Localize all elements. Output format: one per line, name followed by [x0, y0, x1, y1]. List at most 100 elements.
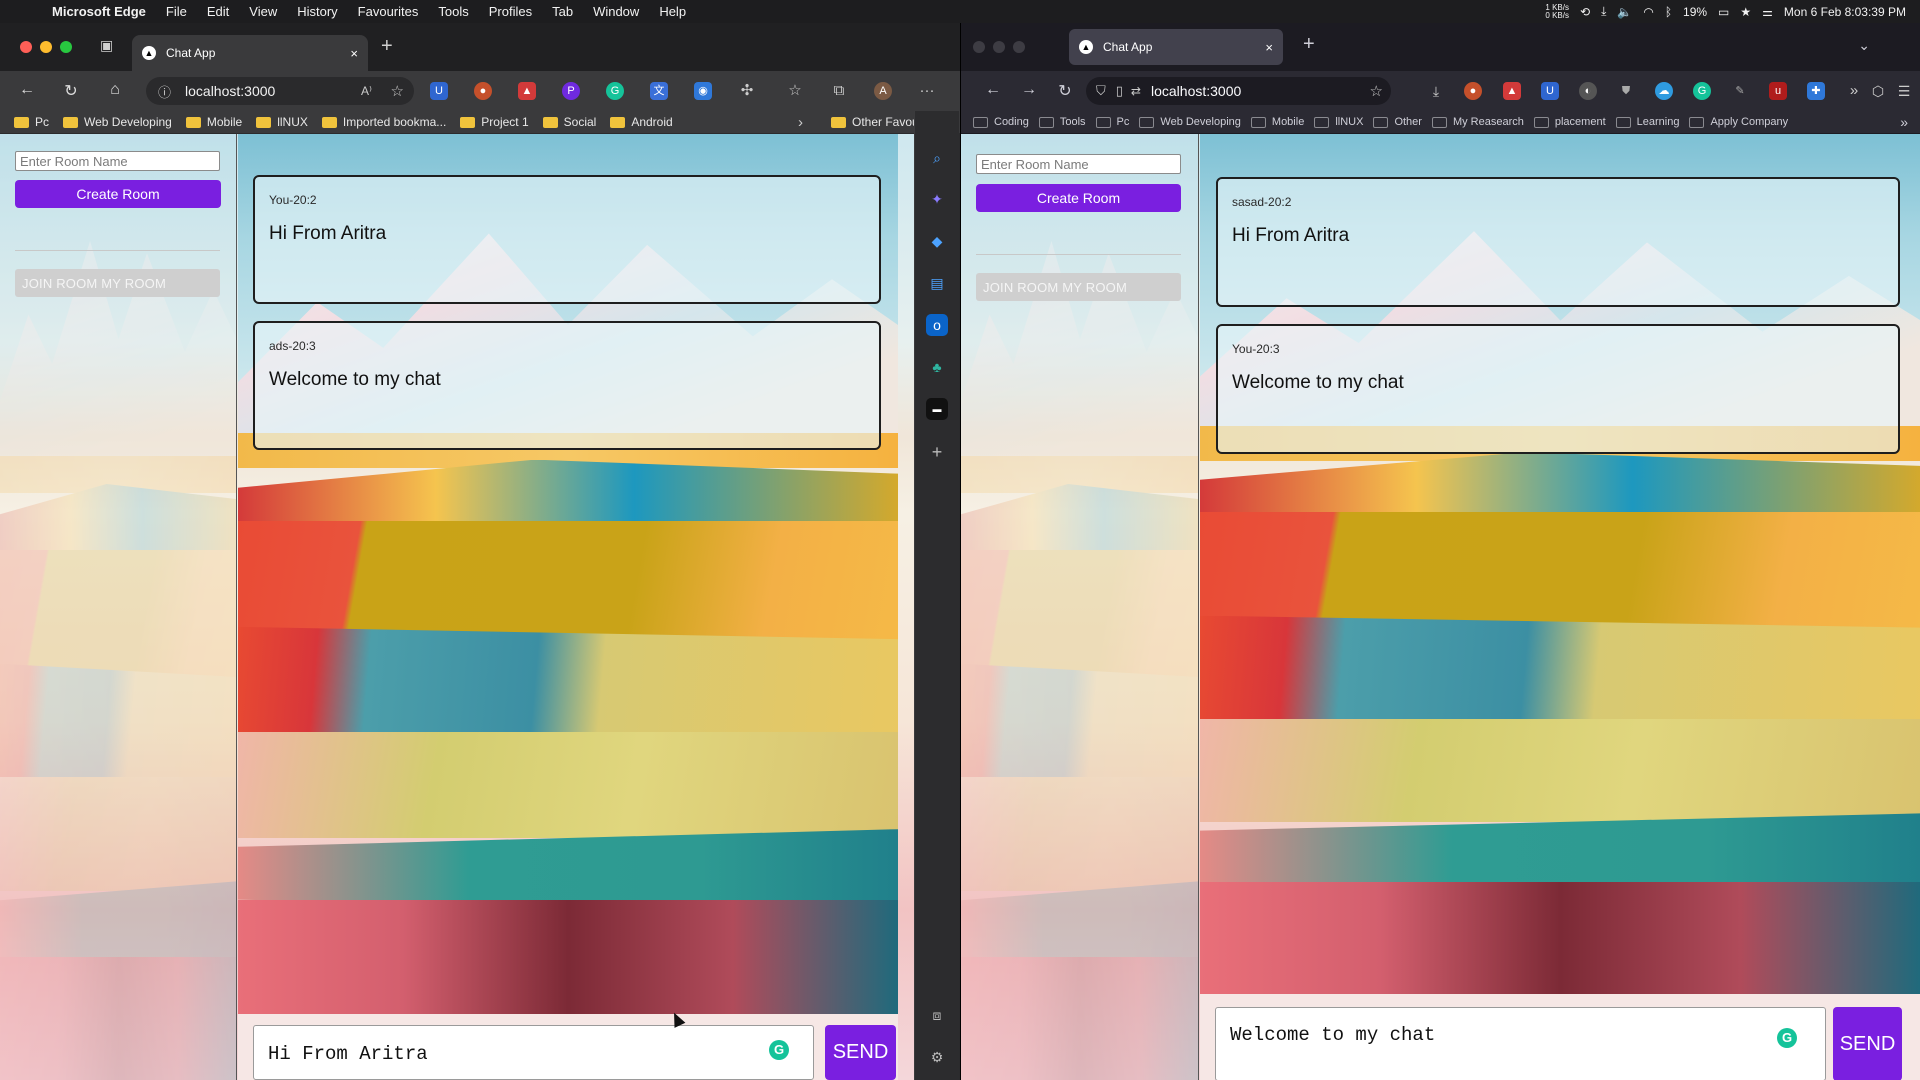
shopping-icon[interactable]: ◆	[926, 230, 948, 252]
bookmarks-overflow-icon[interactable]: »	[1900, 114, 1908, 130]
reload-icon[interactable]: ↻	[1054, 81, 1076, 101]
bluetooth-icon[interactable]: ᛒ	[1665, 5, 1672, 19]
download-icon[interactable]: ⤓	[1601, 4, 1606, 19]
extension-purple-icon[interactable]: P	[562, 82, 580, 100]
send-button[interactable]: SEND	[825, 1025, 896, 1080]
reload-icon[interactable]: ↻	[60, 81, 82, 101]
tab-close-icon[interactable]: ×	[350, 46, 358, 61]
favourites-icon[interactable]: ☆	[786, 82, 804, 100]
bookmark-learning[interactable]: Learning	[1615, 116, 1679, 128]
battery-icon[interactable]: ▭	[1718, 5, 1729, 19]
app-menu-icon[interactable]: ☰	[1895, 82, 1913, 100]
bookmark-linux[interactable]: llNUX	[256, 115, 308, 129]
more-menu-icon[interactable]: ···	[918, 82, 936, 100]
star-status-icon[interactable]: ★	[1740, 5, 1751, 19]
bookmark-mobile[interactable]: Mobile	[1250, 116, 1304, 128]
translate-extension-icon[interactable]: 文	[650, 82, 668, 100]
bookmark-android[interactable]: Android	[610, 115, 673, 129]
add-favourite-icon[interactable]: ☆	[391, 82, 404, 100]
back-icon[interactable]: ←	[982, 81, 1004, 99]
join-room-button[interactable]: JOIN ROOM MY ROOM	[976, 273, 1181, 301]
extension-blue-icon[interactable]: ✚	[1807, 82, 1825, 100]
screenshot-extension-icon[interactable]: ▲	[1503, 82, 1521, 100]
time-machine-icon[interactable]: ⟲	[1580, 5, 1590, 19]
bookmark-my-research[interactable]: My Reasearch	[1431, 116, 1524, 128]
menu-edit[interactable]: Edit	[207, 4, 229, 19]
menu-favourites[interactable]: Favourites	[358, 4, 419, 19]
extensions-icon[interactable]: ✣	[738, 82, 756, 100]
cloud-extension-icon[interactable]: ☁	[1655, 82, 1673, 100]
message-input[interactable]: Hi From Aritra	[253, 1025, 814, 1080]
bookmark-imported[interactable]: Imported bookma...	[321, 115, 446, 129]
extension-grey-icon[interactable]: ◐	[1579, 82, 1597, 100]
volume-icon[interactable]: 🔈	[1617, 5, 1632, 19]
create-room-button[interactable]: Create Room	[15, 180, 221, 208]
bookmarks-overflow-icon[interactable]: ›	[798, 114, 803, 131]
bookmark-project-1[interactable]: Project 1	[460, 115, 529, 129]
extensions-icon[interactable]: ⬡	[1869, 82, 1887, 100]
menu-view[interactable]: View	[249, 4, 277, 19]
join-room-button[interactable]: JOIN ROOM MY ROOM	[15, 269, 220, 297]
bookmark-star-icon[interactable]: ☆	[1370, 82, 1383, 100]
permissions-icon[interactable]: ⇄	[1131, 84, 1141, 98]
outlook-icon[interactable]: o	[926, 314, 948, 336]
search-icon[interactable]: ⌕	[926, 147, 948, 169]
color-picker-icon[interactable]: ●	[474, 82, 492, 100]
minimize-window-button[interactable]	[40, 41, 52, 53]
bitwarden-icon[interactable]: U	[1541, 82, 1559, 100]
wifi-icon[interactable]: ◠	[1643, 5, 1653, 19]
bookmark-pc[interactable]: Pc	[1095, 116, 1129, 128]
amazon-music-icon[interactable]: ▬	[926, 398, 948, 420]
bookmark-coding[interactable]: Coding	[973, 116, 1029, 128]
close-window-button[interactable]	[973, 41, 985, 53]
tracking-protection-icon[interactable]: ⛉	[1096, 83, 1106, 99]
add-sidebar-app-icon[interactable]: +	[926, 441, 948, 463]
menu-window[interactable]: Window	[593, 4, 639, 19]
bookmark-mobile[interactable]: Mobile	[185, 115, 242, 129]
bookmark-web-developing[interactable]: Web Developing	[1139, 116, 1241, 128]
tab-chat-app[interactable]: ▲ Chat App ×	[132, 35, 368, 71]
bookmark-linux[interactable]: llNUX	[1314, 116, 1363, 128]
shield-extension-icon[interactable]: ⛊	[1617, 82, 1635, 100]
room-name-input[interactable]: Enter Room Name	[976, 154, 1181, 174]
grammarly-extension-icon[interactable]: G	[1693, 82, 1711, 100]
tab-chat-app[interactable]: ▲ Chat App ×	[1069, 29, 1283, 65]
zoom-window-button[interactable]	[60, 41, 72, 53]
control-center-icon[interactable]: ⚌	[1762, 5, 1773, 19]
grammarly-extension-icon[interactable]: G	[606, 82, 624, 100]
grammarly-icon[interactable]: G	[1777, 1028, 1797, 1048]
read-aloud-icon[interactable]: A⁾	[361, 84, 372, 98]
menu-tools[interactable]: Tools	[438, 4, 468, 19]
games-icon[interactable]: ♣	[926, 356, 948, 378]
bookmark-other[interactable]: Other	[1373, 116, 1422, 128]
camera-extension-icon[interactable]: ◉	[694, 82, 712, 100]
profile-avatar[interactable]: A	[874, 82, 892, 100]
url-field[interactable]: ⓘ localhost:3000 A⁾ ☆	[146, 77, 414, 105]
clock[interactable]: Mon 6 Feb 8:03:39 PM	[1784, 5, 1906, 19]
bookmark-pc[interactable]: Pc	[14, 115, 49, 129]
home-icon[interactable]: ⌂	[104, 81, 126, 99]
bookmark-tools[interactable]: Tools	[1038, 116, 1086, 128]
ublock-icon[interactable]: u	[1769, 82, 1787, 100]
menu-profiles[interactable]: Profiles	[489, 4, 532, 19]
bookmark-social[interactable]: Social	[542, 115, 596, 129]
menu-app-name[interactable]: Microsoft Edge	[52, 4, 146, 19]
menu-history[interactable]: History	[297, 4, 337, 19]
create-room-button[interactable]: Create Room	[976, 184, 1181, 212]
forward-icon[interactable]: →	[1018, 81, 1040, 99]
bitwarden-icon[interactable]: U	[430, 82, 448, 100]
bookmark-web-developing[interactable]: Web Developing	[63, 115, 172, 129]
color-picker-icon[interactable]: ●	[1464, 82, 1482, 100]
list-tabs-icon[interactable]: ⌄	[1858, 37, 1870, 54]
new-tab-icon[interactable]: +	[381, 35, 393, 58]
site-info-icon[interactable]: ⓘ	[158, 82, 171, 101]
back-icon[interactable]: ←	[16, 81, 38, 99]
collections-icon[interactable]: ⧉	[830, 82, 848, 100]
screenshot-extension-icon[interactable]: ▲	[518, 82, 536, 100]
minimize-window-button[interactable]	[993, 41, 1005, 53]
copilot-icon[interactable]: ✦	[926, 188, 948, 210]
pen-extension-icon[interactable]: ✎	[1731, 82, 1749, 100]
grammarly-icon[interactable]: G	[769, 1040, 789, 1060]
tools-icon[interactable]: ▤	[926, 272, 948, 294]
menu-help[interactable]: Help	[659, 4, 686, 19]
